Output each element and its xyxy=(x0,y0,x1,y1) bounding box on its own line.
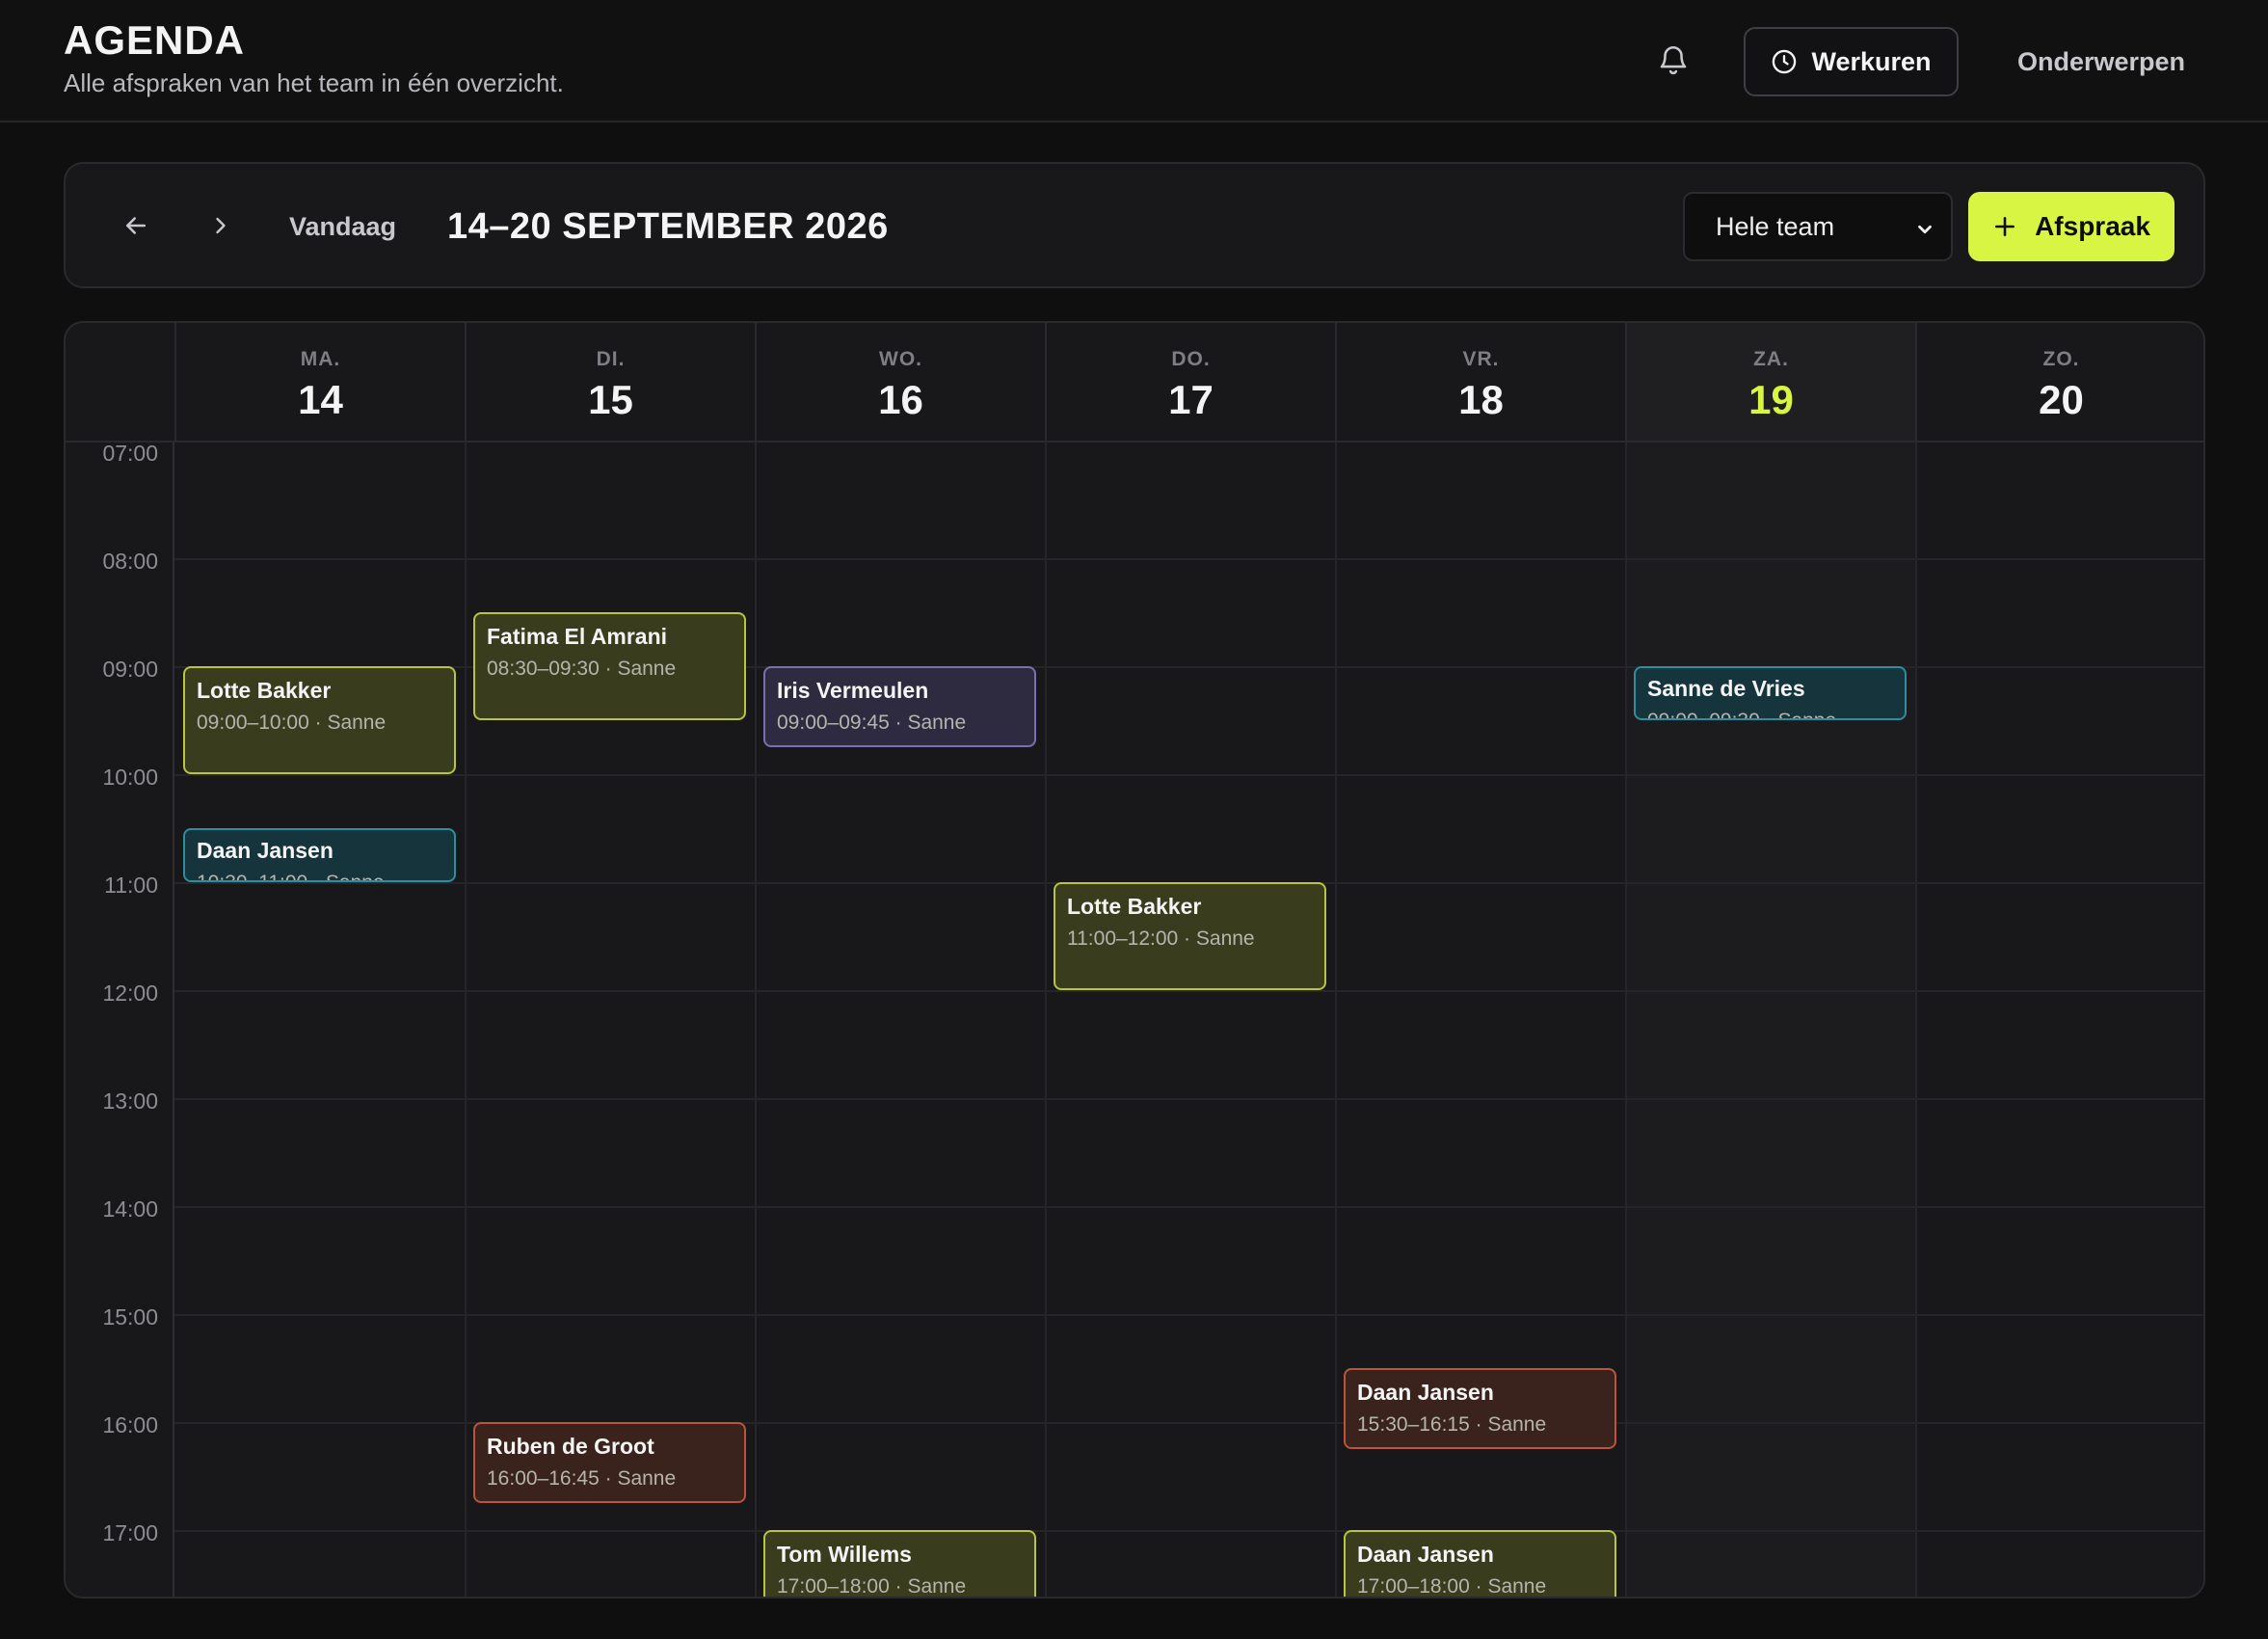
day-header-19[interactable]: ZA. 19 xyxy=(1625,323,1915,443)
page-subtitle: Alle afspraken van het team in één overz… xyxy=(64,68,564,97)
hour-label: 16:00 xyxy=(102,1412,158,1437)
chevron-down-icon xyxy=(1918,225,1932,234)
add-appointment-label: Afspraak xyxy=(2035,211,2150,241)
hour-label: 10:00 xyxy=(102,765,158,790)
appointment-card[interactable]: Sanne de Vries 09:00–09:30 · Sanne xyxy=(1634,666,1907,720)
day-header-15[interactable]: DI. 15 xyxy=(465,323,755,443)
working-hours-label: Werkuren xyxy=(1811,46,1932,76)
hour-label: 17:00 xyxy=(102,1520,158,1545)
hour-label: 15:00 xyxy=(102,1304,158,1330)
topics-button[interactable]: Onderwerpen xyxy=(1995,27,2207,96)
day-weekday: ZO. xyxy=(2042,348,2080,370)
day-weekday: DI. xyxy=(596,348,626,370)
appointment-time: 08:30–09:30 · Sanne xyxy=(487,658,677,680)
day-number: 16 xyxy=(878,377,923,422)
day-number: 14 xyxy=(298,377,343,422)
hour-gridline xyxy=(174,990,2203,992)
day-number: 20 xyxy=(2039,377,2084,422)
week-toolbar: Vandaag 14–20 SEPTEMBER 2026 Hele team A… xyxy=(64,162,2205,288)
appointment-time: 17:00–18:00 · Sanne xyxy=(1357,1575,1547,1598)
day-weekday: MA. xyxy=(300,348,341,370)
bell-icon xyxy=(1660,46,1687,75)
appointment-time: 09:00–09:45 · Sanne xyxy=(777,712,967,734)
hour-gridline xyxy=(174,774,2203,776)
week-calendar-grid: 07:00 08:00 09:00 10:00 11:00 12:00 13:00 14:00… xyxy=(64,321,2205,1599)
appointment-name: Daan Jansen xyxy=(1357,1380,1494,1405)
hour-label: 13:00 xyxy=(102,1088,158,1114)
appointment-name: Ruben de Groot xyxy=(487,1434,654,1459)
previous-week-button[interactable] xyxy=(109,199,163,253)
notifications-button[interactable] xyxy=(1654,39,1693,81)
week-range-title: 14–20 SEPTEMBER 2026 xyxy=(447,205,889,247)
day-number: 15 xyxy=(588,377,633,422)
hour-gridline xyxy=(174,1314,2203,1316)
appointment-name: Lotte Bakker xyxy=(1067,894,1202,919)
appointment-name: Iris Vermeulen xyxy=(777,678,929,703)
hour-gridline xyxy=(174,1206,2203,1208)
day-header-20[interactable]: ZO. 20 xyxy=(1915,323,2203,443)
top-bar: AGENDA Alle afspraken van het team in éé… xyxy=(0,0,2268,122)
day-weekday: ZA. xyxy=(1753,348,1789,370)
day-header-14[interactable]: MA. 14 xyxy=(174,323,465,443)
appointment-card[interactable]: Iris Vermeulen 09:00–09:45 · Sanne xyxy=(763,666,1036,747)
appointment-name: Daan Jansen xyxy=(197,838,334,863)
arrow-left-icon xyxy=(126,217,146,234)
day-number: 18 xyxy=(1458,377,1504,422)
hour-label: 07:00 xyxy=(102,441,158,466)
hour-gridline xyxy=(174,558,2203,560)
hour-label: 14:00 xyxy=(102,1196,158,1222)
today-button[interactable]: Vandaag xyxy=(289,202,396,251)
hour-label: 09:00 xyxy=(102,657,158,682)
appointment-card[interactable]: Lotte Bakker 09:00–10:00 · Sanne xyxy=(183,666,456,774)
appointment-card[interactable]: Fatima El Amrani 08:30–09:30 · Sanne xyxy=(473,612,746,720)
day-header-17[interactable]: DO. 17 xyxy=(1045,323,1335,443)
appointment-card[interactable]: Daan Jansen 10:30–11:00 · Sanne xyxy=(183,828,456,882)
appointment-card[interactable]: Daan Jansen 17:00–18:00 · Sanne xyxy=(1344,1530,1616,1598)
day-header-16[interactable]: WO. 16 xyxy=(755,323,1045,443)
appointment-card[interactable]: Ruben de Groot 16:00–16:45 · Sanne xyxy=(473,1422,746,1503)
appointment-time: 09:00–09:30 · Sanne xyxy=(1647,710,1893,718)
hour-gridline xyxy=(174,1098,2203,1100)
day-number: 17 xyxy=(1168,377,1214,422)
add-appointment-button[interactable]: Afspraak xyxy=(1968,192,2175,261)
hour-label: 12:00 xyxy=(102,981,158,1006)
day-weekday: WO. xyxy=(879,348,922,370)
working-hours-button[interactable]: Werkuren xyxy=(1744,27,1959,96)
day-header-18[interactable]: VR. 18 xyxy=(1335,323,1625,443)
appointment-time: 11:00–12:00 · Sanne xyxy=(1067,927,1255,950)
next-week-button[interactable] xyxy=(194,199,248,253)
appointment-time: 15:30–16:15 · Sanne xyxy=(1357,1413,1547,1436)
team-filter-value: Hele team xyxy=(1716,211,1835,241)
page-title: AGENDA xyxy=(64,17,246,63)
clock-icon xyxy=(1773,49,1797,74)
hour-gridline xyxy=(174,1530,2203,1532)
appointment-name: Lotte Bakker xyxy=(197,678,332,703)
team-filter-select[interactable]: Hele team xyxy=(1683,192,1953,261)
time-gutter-header xyxy=(66,323,174,443)
time-gutter: 07:00 08:00 09:00 10:00 11:00 12:00 13:00 14:00… xyxy=(66,441,174,1597)
appointment-time: 17:00–18:00 · Sanne xyxy=(777,1575,967,1598)
appointment-card[interactable]: Lotte Bakker 11:00–12:00 · Sanne xyxy=(1054,882,1326,990)
plus-icon xyxy=(1995,217,2015,236)
day-weekday: VR. xyxy=(1462,348,1500,370)
appointment-name: Fatima El Amrani xyxy=(487,624,668,649)
appointment-time: 09:00–10:00 · Sanne xyxy=(197,712,387,734)
appointment-name: Daan Jansen xyxy=(1357,1542,1494,1567)
day-number: 19 xyxy=(1748,377,1794,422)
hour-label: 08:00 xyxy=(102,549,158,574)
day-weekday: DO. xyxy=(1171,348,1211,370)
appointment-card[interactable]: Tom Willems 17:00–18:00 · Sanne xyxy=(763,1530,1036,1598)
appointment-time: 10:30–11:00 · Sanne xyxy=(197,872,442,880)
appointment-name: Tom Willems xyxy=(777,1542,912,1567)
hour-label: 11:00 xyxy=(104,873,158,898)
appointment-time: 16:00–16:45 · Sanne xyxy=(487,1467,677,1490)
appointment-name: Sanne de Vries xyxy=(1647,676,1805,701)
chevron-right-icon xyxy=(216,217,226,234)
appointment-card[interactable]: Daan Jansen 15:30–16:15 · Sanne xyxy=(1344,1368,1616,1449)
